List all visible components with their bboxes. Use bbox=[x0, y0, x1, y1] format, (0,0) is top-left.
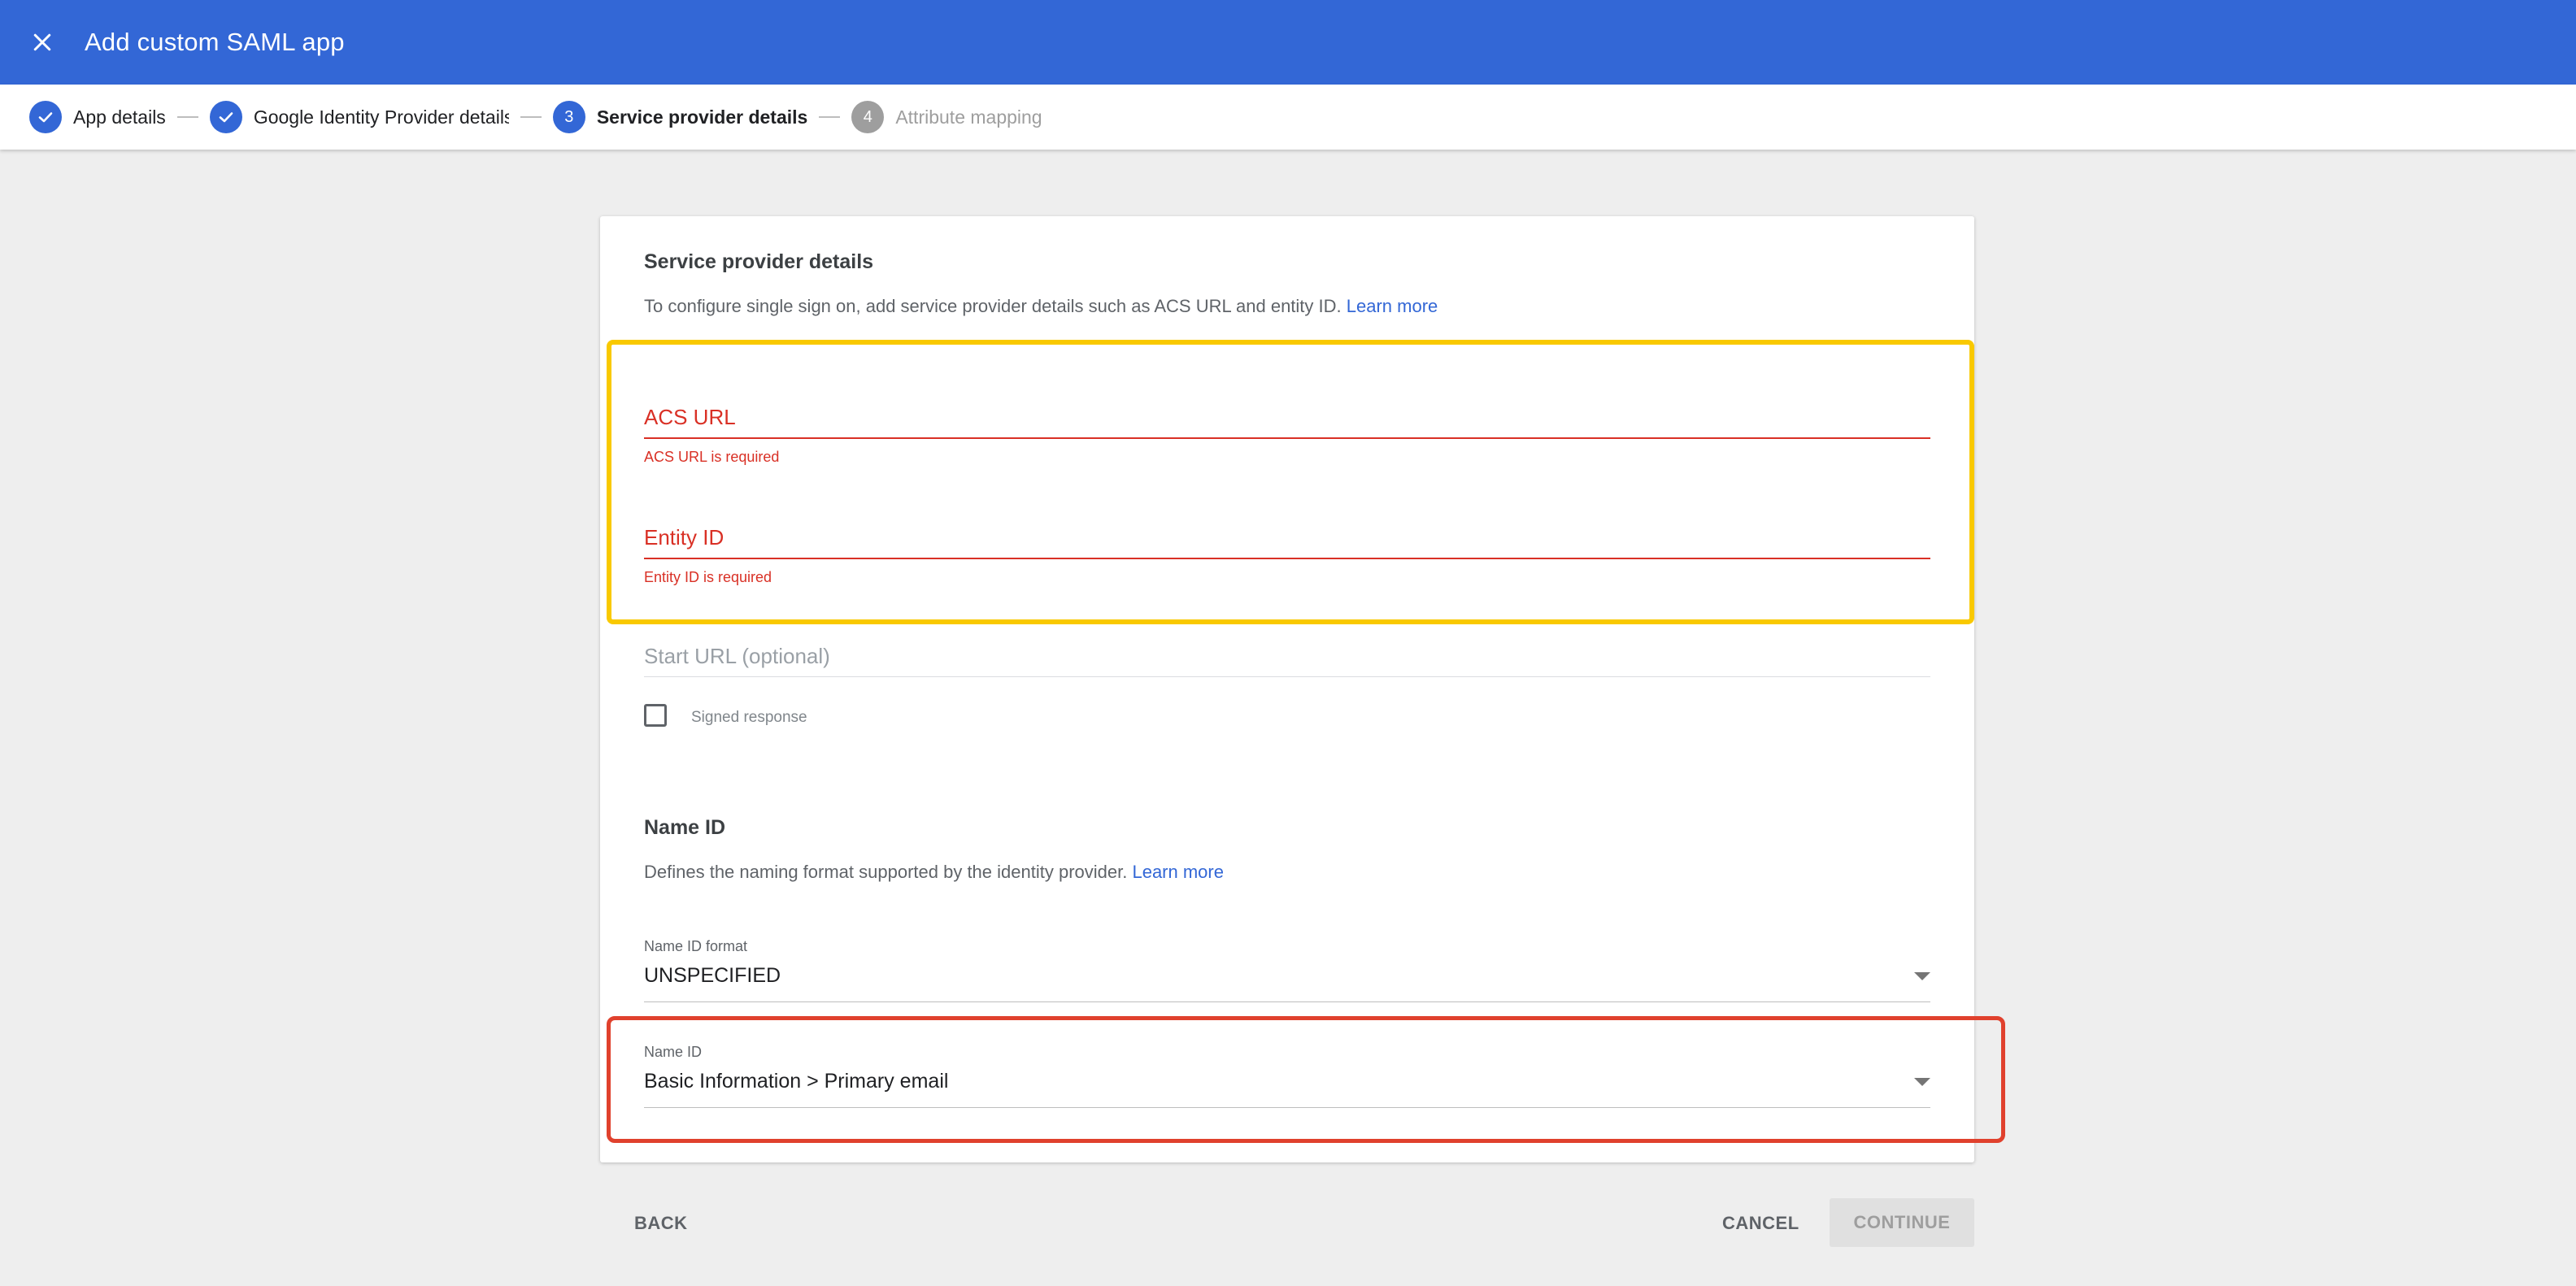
app-bar: Add custom SAML app bbox=[0, 0, 2576, 85]
step-app-details[interactable]: App details bbox=[29, 101, 166, 133]
step-number-badge: 3 bbox=[552, 101, 585, 133]
step-google-idp-details[interactable]: Google Identity Provider details bbox=[209, 101, 509, 133]
start-url-underline bbox=[644, 676, 1930, 677]
acs-url-underline bbox=[644, 437, 1930, 439]
start-url-label: Start URL (optional) bbox=[644, 644, 830, 668]
entity-id-error: Entity ID is required bbox=[644, 569, 772, 585]
step-connector bbox=[819, 116, 841, 118]
name-id-format-label: Name ID format bbox=[644, 938, 748, 954]
step-attribute-mapping[interactable]: 4 Attribute mapping bbox=[851, 101, 1042, 133]
signed-response-checkbox[interactable] bbox=[644, 704, 667, 727]
acs-url-field[interactable]: ACS URL bbox=[644, 397, 1930, 454]
stepper: App details Google Identity Provider det… bbox=[0, 85, 2576, 150]
page-title: Add custom SAML app bbox=[85, 28, 345, 56]
back-button[interactable]: BACK bbox=[634, 1213, 688, 1234]
close-icon bbox=[33, 33, 51, 51]
check-icon bbox=[29, 101, 62, 133]
chevron-down-icon bbox=[1914, 1078, 1930, 1086]
acs-url-error: ACS URL is required bbox=[644, 449, 780, 465]
start-url-field[interactable]: Start URL (optional) bbox=[644, 636, 1930, 693]
step-connector bbox=[176, 116, 198, 118]
section-description: To configure single sign on, add service… bbox=[644, 296, 1438, 316]
name-id-section-title: Name ID bbox=[644, 816, 726, 839]
name-id-select[interactable]: Name ID Basic Information > Primary emai… bbox=[644, 1044, 1930, 1110]
step-label: Google Identity Provider details bbox=[253, 106, 509, 128]
learn-more-link[interactable]: Learn more bbox=[1132, 862, 1224, 882]
entity-id-underline bbox=[644, 558, 1930, 559]
step-number-badge: 4 bbox=[851, 101, 885, 133]
name-id-format-select[interactable]: Name ID format UNSPECIFIED bbox=[644, 938, 1930, 1005]
entity-id-field[interactable]: Entity ID bbox=[644, 517, 1930, 574]
entity-id-label: Entity ID bbox=[644, 525, 724, 550]
signed-response-label: Signed response bbox=[691, 709, 807, 726]
check-icon bbox=[209, 101, 242, 133]
section-title: Service provider details bbox=[644, 250, 874, 273]
chevron-down-icon bbox=[1914, 972, 1930, 980]
cancel-button[interactable]: CANCEL bbox=[1722, 1213, 1799, 1234]
name-id-value: Basic Information > Primary email bbox=[644, 1070, 949, 1093]
name-id-description: Defines the naming format supported by t… bbox=[644, 862, 1224, 882]
name-id-format-value: UNSPECIFIED bbox=[644, 964, 781, 987]
acs-url-label: ACS URL bbox=[644, 405, 736, 429]
step-label: App details bbox=[73, 106, 166, 128]
select-underline bbox=[644, 1001, 1930, 1002]
step-connector bbox=[520, 116, 542, 118]
name-id-label: Name ID bbox=[644, 1044, 703, 1060]
select-underline bbox=[644, 1107, 1930, 1108]
step-label: Service provider details bbox=[596, 106, 808, 128]
continue-button[interactable]: CONTINUE bbox=[1830, 1198, 1974, 1247]
service-provider-card: Service provider details To configure si… bbox=[600, 216, 1974, 1162]
step-label: Attribute mapping bbox=[895, 106, 1042, 128]
step-service-provider-details[interactable]: 3 Service provider details bbox=[552, 101, 808, 133]
close-button[interactable] bbox=[0, 0, 85, 85]
learn-more-link[interactable]: Learn more bbox=[1347, 296, 1438, 316]
